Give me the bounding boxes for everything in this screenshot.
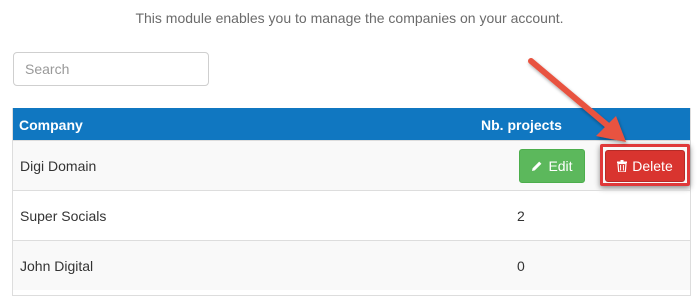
table-row: John Digital 0 xyxy=(13,240,690,290)
search-input[interactable] xyxy=(13,52,209,86)
edit-button[interactable]: Edit xyxy=(519,149,585,183)
delete-button[interactable]: Delete xyxy=(605,150,685,182)
column-header-company: Company xyxy=(19,117,83,133)
table-row: Super Socials 2 xyxy=(13,190,690,240)
trash-icon xyxy=(617,160,628,172)
company-name: Digi Domain xyxy=(20,158,97,174)
pencil-icon xyxy=(531,160,543,172)
company-name: John Digital xyxy=(20,258,94,274)
table-row: Digi Domain Edit Delete xyxy=(13,140,690,190)
table-header: Company Nb. projects xyxy=(13,108,690,140)
project-count: 2 xyxy=(517,208,525,224)
project-count: 0 xyxy=(517,258,525,274)
delete-button-label: Delete xyxy=(632,158,673,174)
edit-button-label: Edit xyxy=(548,158,573,174)
column-header-projects: Nb. projects xyxy=(481,117,562,133)
page-description: This module enables you to manage the co… xyxy=(135,10,564,26)
company-name: Super Socials xyxy=(20,208,107,224)
companies-table: Company Nb. projects Digi Domain Edit De… xyxy=(12,108,691,296)
